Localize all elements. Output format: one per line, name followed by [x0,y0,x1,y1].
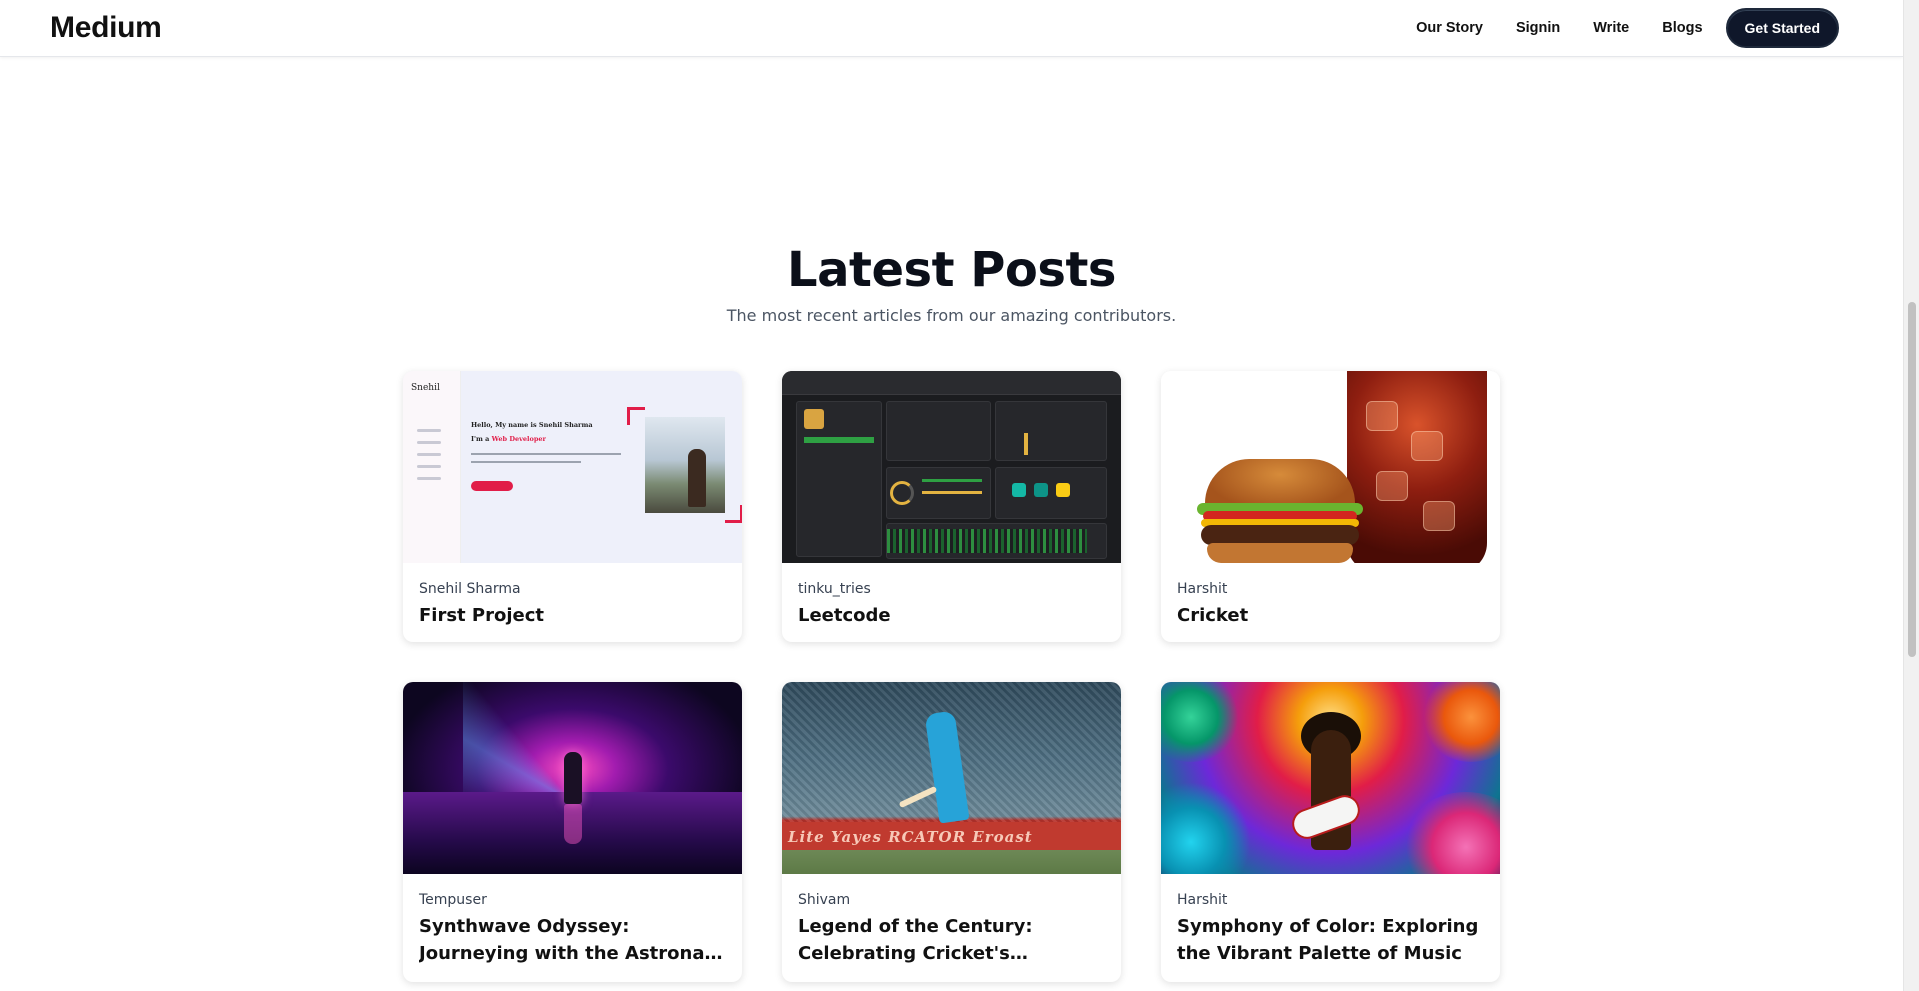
post-author: Harshit [1177,581,1228,597]
post-card[interactable]: Harshit Symphony of Color: Exploring the… [1161,682,1500,982]
post-title[interactable]: Leetcode [798,602,1105,629]
thumbnail-green-bar [804,437,874,443]
thumbnail-color-swirl [1161,782,1251,874]
post-title[interactable]: Synthwave Odyssey: Journeying with the A… [419,913,726,967]
post-card[interactable]: Snehil Hello, My name is Snehil Sharma I… [403,371,742,642]
section-title: Latest Posts [787,242,1116,298]
get-started-button[interactable]: Get Started [1725,8,1839,48]
thumbnail-heatmap [887,529,1087,553]
post-card[interactable]: Lite Yayes RCATOR Eroast Shivam Legend o… [782,682,1121,982]
thumbnail-brand: Snehil [411,383,440,393]
thumbnail-progress-bar [922,479,982,482]
nav-link-write[interactable]: Write [1593,20,1629,36]
post-card-body: Harshit Cricket [1161,563,1500,629]
thumbnail-astronaut [564,752,582,804]
thumbnail-chart-bar [1024,433,1028,455]
post-author: Snehil Sharma [419,581,521,597]
post-card-body: Shivam Legend of the Century: Celebratin… [782,874,1121,967]
post-thumbnail-synthwave [403,682,742,874]
thumbnail-person [688,449,706,507]
post-card-body: Tempuser Synthwave Odyssey: Journeying w… [403,874,742,967]
thumbnail-stat-panel [995,401,1107,461]
thumbnail-ice-cube [1411,431,1443,461]
nav-link-blogs[interactable]: Blogs [1662,20,1702,36]
post-card[interactable]: tinku_tries Leetcode [782,371,1121,642]
thumbnail-headline: Hello, My name is Snehil Sharma [471,421,593,429]
nav-link-signin[interactable]: Signin [1516,20,1560,36]
thumbnail-photo [645,417,725,513]
page-scrollbar[interactable] [1903,0,1919,991]
post-thumbnail-cricket: Lite Yayes RCATOR Eroast [782,682,1121,874]
post-card[interactable]: Harshit Cricket [1161,371,1500,642]
scrollbar-thumb[interactable] [1908,302,1916,657]
thumbnail-ad-board-text: Lite Yayes RCATOR Eroast [788,828,1033,846]
thumbnail-color-swirl [1401,792,1500,874]
thumbnail-reflection [564,804,582,844]
top-navbar: Medium Our Story Signin Write Blogs Get … [0,0,1903,57]
thumbnail-button [471,481,513,491]
thumbnail-stat-panel [886,401,991,461]
thumbnail-color-swirl [1161,682,1241,762]
thumbnail-color-swirl [1421,682,1500,762]
thumbnail-corner [627,407,645,425]
thumbnail-progress-ring [890,481,914,505]
post-title[interactable]: Cricket [1177,602,1484,629]
nav-link-our-story[interactable]: Our Story [1416,20,1483,36]
section-subtitle: The most recent articles from our amazin… [726,306,1177,325]
thumbnail-role: I'm a Web Developer [471,435,546,443]
thumbnail-text-line [471,461,581,463]
thumbnail-nav-line [417,441,441,444]
thumbnail-ice-cube [1376,471,1408,501]
thumbnail-ice-cube [1366,401,1398,431]
post-thumbnail-leetcode [782,371,1121,563]
post-author: tinku_tries [798,581,871,597]
post-author: Shivam [798,892,851,908]
thumbnail-nav-line [417,465,441,468]
thumbnail-progress-bar [922,491,982,494]
thumbnail-nav-line [417,477,441,480]
thumbnail-text-line [471,453,621,455]
thumbnail-bun-bottom [1207,543,1353,563]
post-author: Tempuser [419,892,487,908]
post-card-body: tinku_tries Leetcode [782,563,1121,629]
post-card-body: Harshit Symphony of Color: Exploring the… [1161,874,1500,967]
thumbnail-ice-cube [1423,501,1455,531]
thumbnail-patty [1201,525,1359,545]
post-title[interactable]: Symphony of Color: Exploring the Vibrant… [1177,913,1484,967]
nav-links: Our Story Signin Write Blogs Get Started [1383,8,1839,48]
post-card-body: Snehil Sharma First Project [403,563,742,629]
post-thumbnail-portfolio: Snehil Hello, My name is Snehil Sharma I… [403,371,742,563]
post-author: Harshit [1177,892,1228,908]
posts-grid: Snehil Hello, My name is Snehil Sharma I… [403,371,1500,982]
thumbnail-badge [1056,483,1070,497]
post-title[interactable]: First Project [419,602,726,629]
thumbnail-corner [725,505,742,523]
site-logo[interactable]: Medium [50,11,162,45]
thumbnail-avatar [804,409,824,429]
thumbnail-browser-bar [782,371,1121,395]
thumbnail-badge [1034,483,1048,497]
post-thumbnail-burger [1161,371,1500,563]
thumbnail-cola-glass [1347,371,1487,563]
post-card[interactable]: Tempuser Synthwave Odyssey: Journeying w… [403,682,742,982]
thumbnail-nav-line [417,453,441,456]
thumbnail-nav-line [417,429,441,432]
post-thumbnail-guitarist [1161,682,1500,874]
thumbnail-badge [1012,483,1026,497]
post-title[interactable]: Legend of the Century: Celebrating Crick… [798,913,1105,967]
